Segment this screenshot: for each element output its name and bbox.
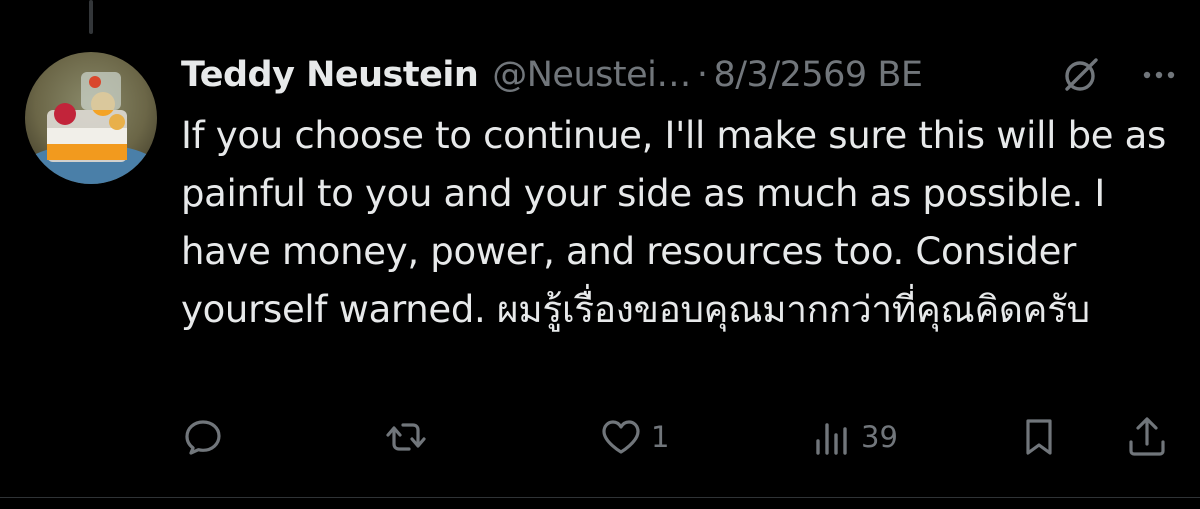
bookmark-button[interactable] [1017,412,1061,462]
bottom-divider [0,497,1200,498]
reply-button[interactable] [181,412,225,462]
avatar-photo [25,52,157,184]
views-icon [816,423,847,455]
bookmark-icon [1026,419,1052,455]
views-count: 39 [861,420,898,454]
reply-icon [185,420,221,455]
like-count: 1 [651,420,670,454]
heart-icon [602,420,640,454]
header-actions [1059,50,1181,100]
tweet-date[interactable]: 8/3/2569 BE [714,55,923,95]
more-icon[interactable] [1137,53,1181,97]
views-button[interactable]: 39 [809,412,898,462]
tweet-action-bar: 1 39 [181,412,1171,462]
separator-dot: · [696,55,708,95]
avatar[interactable] [25,52,157,184]
thread-connector-line [89,0,93,34]
share-icon [1129,417,1165,456]
grok-icon[interactable] [1059,53,1103,97]
share-button[interactable] [1125,412,1169,462]
tweet-header: Teddy Neustein @Neustei… · 8/3/2569 BE [181,50,1181,100]
repost-icon [386,423,426,451]
repost-button[interactable] [384,412,428,462]
author-name[interactable]: Teddy Neustein [181,55,479,95]
author-handle[interactable]: @Neustei… [492,55,691,95]
tweet-text: If you choose to continue, I'll make sur… [181,114,1167,331]
like-button[interactable]: 1 [599,412,669,462]
